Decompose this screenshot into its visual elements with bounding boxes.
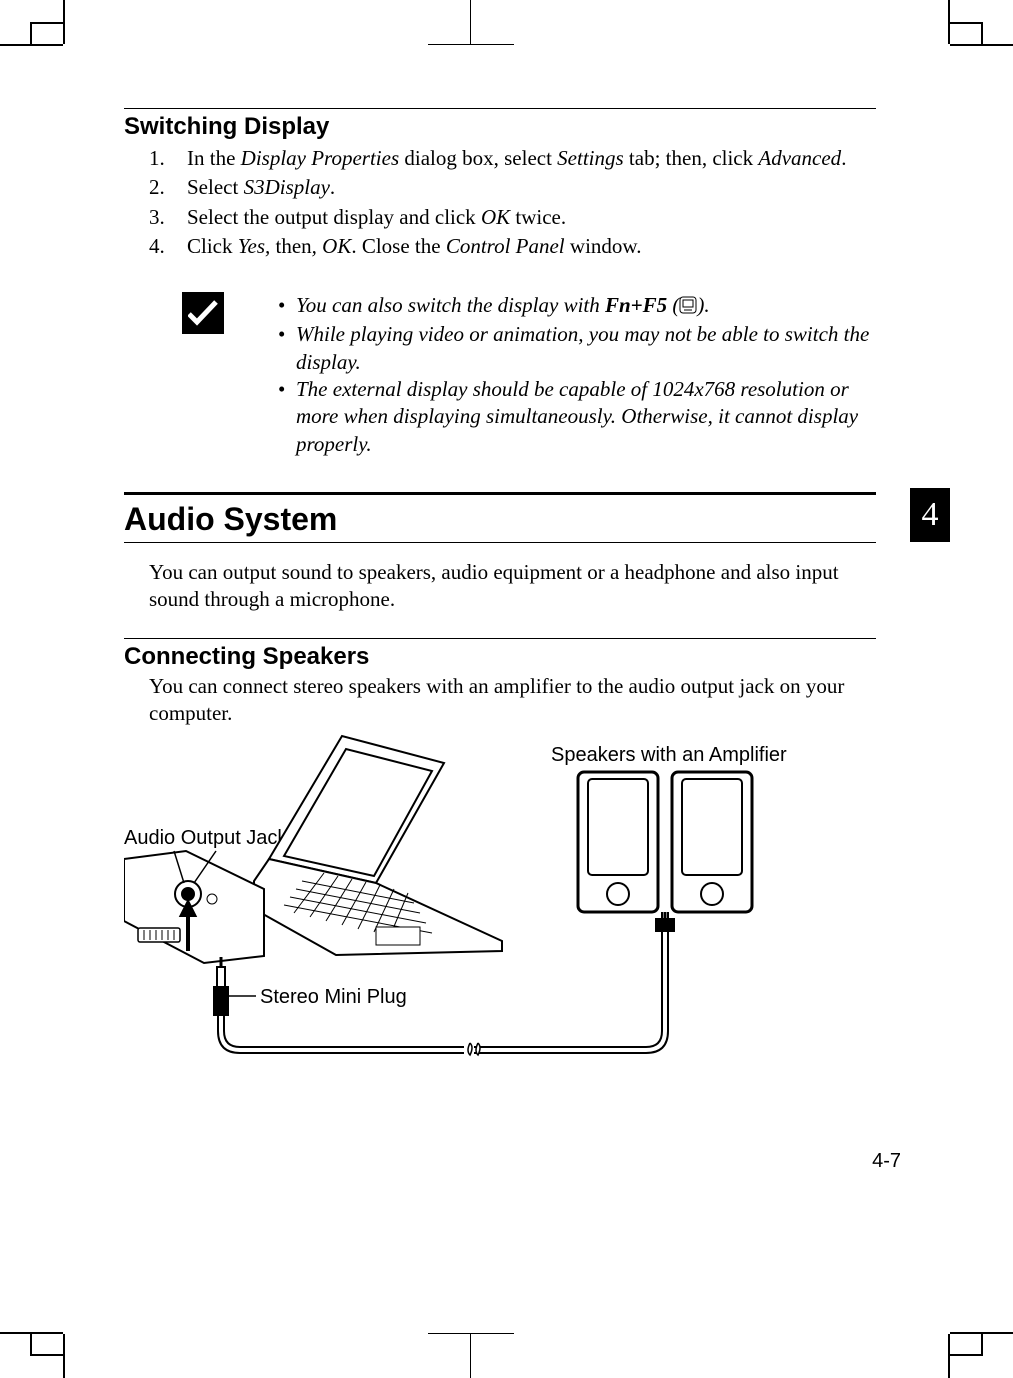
crop-mark bbox=[470, 1334, 471, 1378]
note-item: The external display should be capable o… bbox=[278, 376, 876, 458]
crop-mark bbox=[428, 44, 514, 45]
heading-connecting-speakers: Connecting Speakers bbox=[124, 643, 876, 671]
divider bbox=[124, 638, 876, 639]
steps-list: 1. In the Display Properties dialog box,… bbox=[149, 145, 876, 260]
page-number: 4-7 bbox=[872, 1150, 901, 1173]
notes-block: You can also switch the display with Fn+… bbox=[182, 292, 876, 458]
step-4: 4. Click Yes, then, OK. Close the Contro… bbox=[149, 233, 876, 260]
crop-mark bbox=[428, 1333, 514, 1334]
heading-switching-display: Switching Display bbox=[124, 113, 876, 141]
step-3: 3. Select the output display and click O… bbox=[149, 204, 876, 231]
heading-audio-system: Audio System bbox=[124, 501, 876, 538]
crop-mark bbox=[981, 22, 983, 44]
crop-mark bbox=[30, 22, 63, 24]
crop-mark bbox=[948, 1334, 950, 1378]
divider bbox=[124, 108, 876, 109]
checkmark-icon bbox=[182, 292, 224, 334]
step-1: 1. In the Display Properties dialog box,… bbox=[149, 145, 876, 172]
crop-mark bbox=[30, 1334, 32, 1356]
crop-mark bbox=[30, 22, 32, 44]
page-content: Switching Display 1. In the Display Prop… bbox=[124, 100, 876, 1071]
crop-mark bbox=[470, 0, 471, 44]
chapter-tab: 4 bbox=[910, 488, 950, 542]
diagram-svg bbox=[124, 731, 876, 1071]
crop-mark bbox=[63, 0, 65, 44]
display-key-icon bbox=[679, 294, 697, 321]
crop-mark bbox=[950, 1354, 983, 1356]
audio-intro: You can output sound to speakers, audio … bbox=[149, 559, 876, 614]
note-item: While playing video or animation, you ma… bbox=[278, 321, 876, 376]
step-2: 2. Select S3Display. bbox=[149, 174, 876, 201]
crop-mark bbox=[0, 44, 63, 46]
note-item: You can also switch the display with Fn+… bbox=[278, 292, 876, 321]
crop-mark bbox=[950, 44, 1013, 46]
crop-mark bbox=[950, 22, 983, 24]
notes-list: You can also switch the display with Fn+… bbox=[278, 292, 876, 458]
connection-diagram: Speakers with an Amplifier Audio Output … bbox=[124, 731, 876, 1071]
crop-mark bbox=[981, 1334, 983, 1356]
crop-mark bbox=[30, 1354, 63, 1356]
divider-thick bbox=[124, 492, 876, 495]
divider bbox=[124, 542, 876, 543]
crop-mark bbox=[63, 1334, 65, 1378]
speakers-intro: You can connect stereo speakers with an … bbox=[149, 673, 876, 728]
